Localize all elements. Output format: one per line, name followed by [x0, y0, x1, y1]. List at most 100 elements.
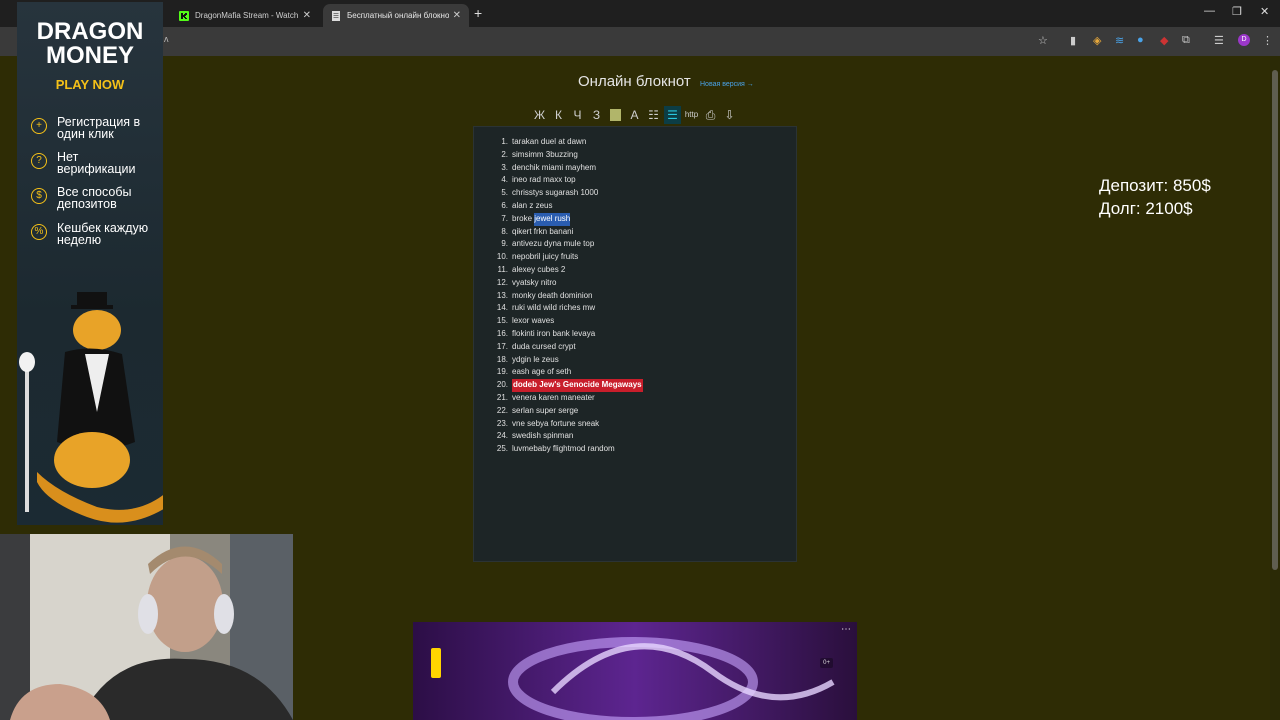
list-item: 8. qikert frkn banani: [493, 226, 793, 239]
link-button[interactable]: http: [683, 106, 700, 124]
list-item-text: nepobril juicy fruits: [512, 252, 579, 262]
list-item: 19. eash age of seth: [493, 366, 793, 379]
video-player[interactable]: ⋯ 0+: [413, 622, 857, 720]
editor-toolbar: Ж К Ч З А ☷ ☰ http ⎙ ⇩: [531, 106, 738, 126]
list-item-number: 1.: [501, 137, 508, 146]
list-item-text: ineo rad maxx top: [512, 175, 576, 185]
list-item-number: 8.: [501, 226, 508, 236]
list-item-text: tarakan duel at dawn: [512, 137, 587, 146]
list-item-text: ydgin le zeus: [512, 354, 559, 364]
deposit-text: Депозит: 850$: [1099, 176, 1211, 195]
list-item: 21. venera karen maneater: [493, 392, 793, 405]
webcam-feed: [0, 534, 293, 720]
reading-list-icon[interactable]: ☰: [1214, 34, 1224, 47]
list-item-text: vyatsky nitro: [512, 277, 557, 287]
highlighted-item-text: dodeb Jew's Genocide Megaways: [512, 379, 643, 392]
list-item-text: lexor waves: [512, 316, 555, 326]
debt-text: Долг: 2100$: [1099, 199, 1193, 218]
tab-title: Бесплатный онлайн блокнот д: [347, 11, 449, 20]
list-item: 24. swedish spinman: [493, 430, 793, 443]
new-tab-button[interactable]: +: [474, 5, 482, 21]
notepad-icon: [332, 10, 340, 21]
bullet-list-icon[interactable]: ☷: [645, 106, 662, 124]
ad-feature: $ Все способы депозитов: [31, 186, 153, 210]
list-item-number: 20.: [496, 380, 508, 390]
list-item: 17. duda cursed crypt: [493, 341, 793, 354]
tab-dragonmafia-stream[interactable]: DragonMafia Stream - Watch U ✕: [171, 4, 319, 27]
new-version-link[interactable]: Новая версия →: [700, 81, 754, 88]
extension-icon[interactable]: ◈: [1093, 34, 1101, 47]
list-item: 6. alan z zeus: [493, 200, 793, 213]
list-item-text: flokinti iron bank levaya: [512, 328, 596, 338]
close-tab-icon[interactable]: ✕: [453, 10, 461, 21]
italic-button[interactable]: К: [550, 106, 567, 124]
strikethrough-button[interactable]: З: [588, 106, 605, 124]
bold-button[interactable]: Ж: [531, 106, 548, 124]
extension-icon[interactable]: ◆: [1160, 34, 1168, 47]
coin-icon: $: [31, 188, 47, 204]
list-item-text: simsimm 3buzzing: [512, 149, 578, 159]
extension-icon[interactable]: ▮: [1070, 34, 1076, 47]
menu-dots-icon[interactable]: ⋮: [1262, 34, 1273, 47]
extensions-puzzle-icon[interactable]: ⧉: [1182, 34, 1190, 47]
list-item-number: 19.: [496, 367, 508, 377]
casino-ad-banner[interactable]: DRAGON MONEY PLAY NOW + Регистрация в од…: [17, 2, 163, 525]
print-icon[interactable]: ⎙: [702, 106, 719, 124]
page-title: Онлайн блокнот: [578, 73, 691, 90]
numbered-list-icon[interactable]: ☰: [664, 106, 681, 124]
tab-title: DragonMafia Stream - Watch U: [195, 11, 299, 20]
font-button[interactable]: А: [626, 106, 643, 124]
color-swatch-button[interactable]: [610, 109, 621, 121]
list-item-number: 4.: [501, 175, 508, 185]
list-item-text: luvmebaby flightmod random: [512, 444, 615, 454]
list-item-number: 22.: [496, 405, 508, 415]
list-item: 22. serlan super serge: [493, 405, 793, 418]
list-item-text: swedish spinman: [512, 431, 574, 441]
list-item: 16. flokinti iron bank levaya: [493, 328, 793, 341]
feature-text: Нет верификации: [57, 150, 136, 176]
list-item-number: 14.: [496, 303, 508, 313]
ad-brand: DRAGON MONEY: [17, 20, 163, 68]
list-item-number: 13.: [496, 290, 508, 300]
list-item: 18. ydgin le zeus: [493, 354, 793, 367]
scrollbar[interactable]: [1270, 56, 1280, 720]
extension-icon[interactable]: ≋: [1115, 34, 1124, 47]
tab-online-notepad[interactable]: Бесплатный онлайн блокнот д ✕: [323, 4, 469, 27]
restore-icon[interactable]: ❐: [1232, 5, 1242, 18]
download-button[interactable]: ⇩: [721, 106, 738, 124]
kick-icon: [179, 10, 189, 21]
play-now-button[interactable]: PLAY NOW: [17, 77, 163, 92]
minimize-icon[interactable]: —: [1204, 5, 1215, 17]
profile-avatar[interactable]: D: [1238, 34, 1250, 46]
age-rating-badge: 0+: [820, 658, 833, 668]
list-item-number: 3.: [501, 162, 508, 172]
bookmark-star-icon[interactable]: ☆: [1038, 34, 1048, 47]
list-item: 3. denchik miami mayhem: [493, 162, 793, 175]
feature-text: Кешбек каждую неделю: [57, 221, 149, 247]
ad-feature: ? Нет верификации: [31, 151, 153, 175]
extension-icon[interactable]: ●: [1137, 34, 1144, 46]
notepad-list: 1. tarakan duel at dawn 2. simsimm 3buzzing…: [493, 136, 793, 456]
more-options-icon[interactable]: ⋯: [841, 624, 851, 635]
list-item-number: 18.: [496, 354, 508, 364]
list-item-number: 15.: [496, 316, 508, 326]
list-item-number: 5.: [501, 188, 508, 198]
close-window-icon[interactable]: ✕: [1260, 5, 1269, 18]
address-bar[interactable]: ʌ: [0, 27, 1280, 56]
list-item-number: 11.: [497, 264, 508, 274]
list-item-number: 9.: [501, 239, 508, 249]
ad-feature: % Кешбек каждую неделю: [31, 222, 153, 246]
list-item-text: alexey cubes 2: [512, 264, 566, 274]
list-item-text: broke: [512, 213, 535, 223]
list-item-text: alan z zeus: [512, 200, 553, 210]
close-tab-icon[interactable]: ✕: [303, 10, 311, 21]
list-item-number: 17.: [496, 341, 508, 351]
list-item: 14. ruki wild wild riches mw: [493, 302, 793, 315]
feature-text: Регистрация в один клик: [57, 115, 141, 141]
list-item-text: vne sebya fortune sneak: [512, 418, 600, 428]
list-item: 10. nepobril juicy fruits: [493, 251, 793, 264]
list-item-text: venera karen maneater: [512, 392, 595, 402]
scrollbar-thumb[interactable]: [1272, 70, 1278, 570]
list-item-text: eash age of seth: [512, 367, 572, 377]
underline-button[interactable]: Ч: [569, 106, 586, 124]
